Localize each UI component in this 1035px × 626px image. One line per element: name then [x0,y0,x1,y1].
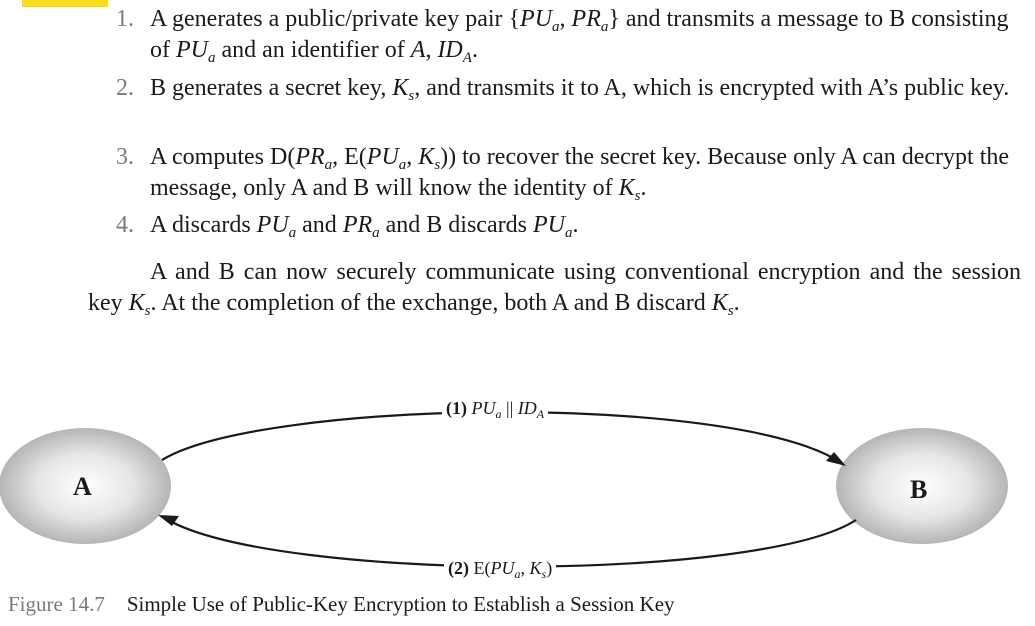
step-text: A computes D(PRa, E(PUa, Ks)) to recover… [150,144,1010,204]
node-b-label: B [910,475,928,504]
arrow-1-label: (1) PUa || IDA [442,398,549,420]
body-paragraph: A and B can now securely communicate usi… [88,259,1021,319]
step-number: 4. [116,212,134,238]
arrow-2-label: (2) E(PUa, Ks) [444,558,557,580]
step-3: 3. A computes D(PRa, E(PUa, Ks)) to reco… [116,142,1021,204]
highlight-mark [22,0,108,7]
step-number: 3. [116,144,134,170]
step-text: A discards PUa and PRa and B discards PU… [150,212,579,241]
figure-title: Simple Use of Public-Key Encryption to E… [126,592,675,616]
step-number: 1. [116,6,134,32]
arrowhead-1 [826,452,846,466]
step-text: B generates a secret key, Ks, and transm… [150,75,1010,104]
step-1: 1. A generates a public/private key pair… [116,4,1021,66]
step-number: 2. [116,75,134,101]
figure-number: Figure 14.7 [8,592,105,616]
step-text: A generates a public/private key pair {P… [150,6,1009,66]
figure-caption: Figure 14.7 Simple Use of Public-Key Encr… [8,592,675,616]
node-a-label: A [73,472,92,501]
key-exchange-diagram [0,411,1008,568]
step-2: 2. B generates a secret key, Ks, and tra… [116,73,1021,104]
step-4: 4. A discards PUa and PRa and B discards… [116,210,1021,241]
